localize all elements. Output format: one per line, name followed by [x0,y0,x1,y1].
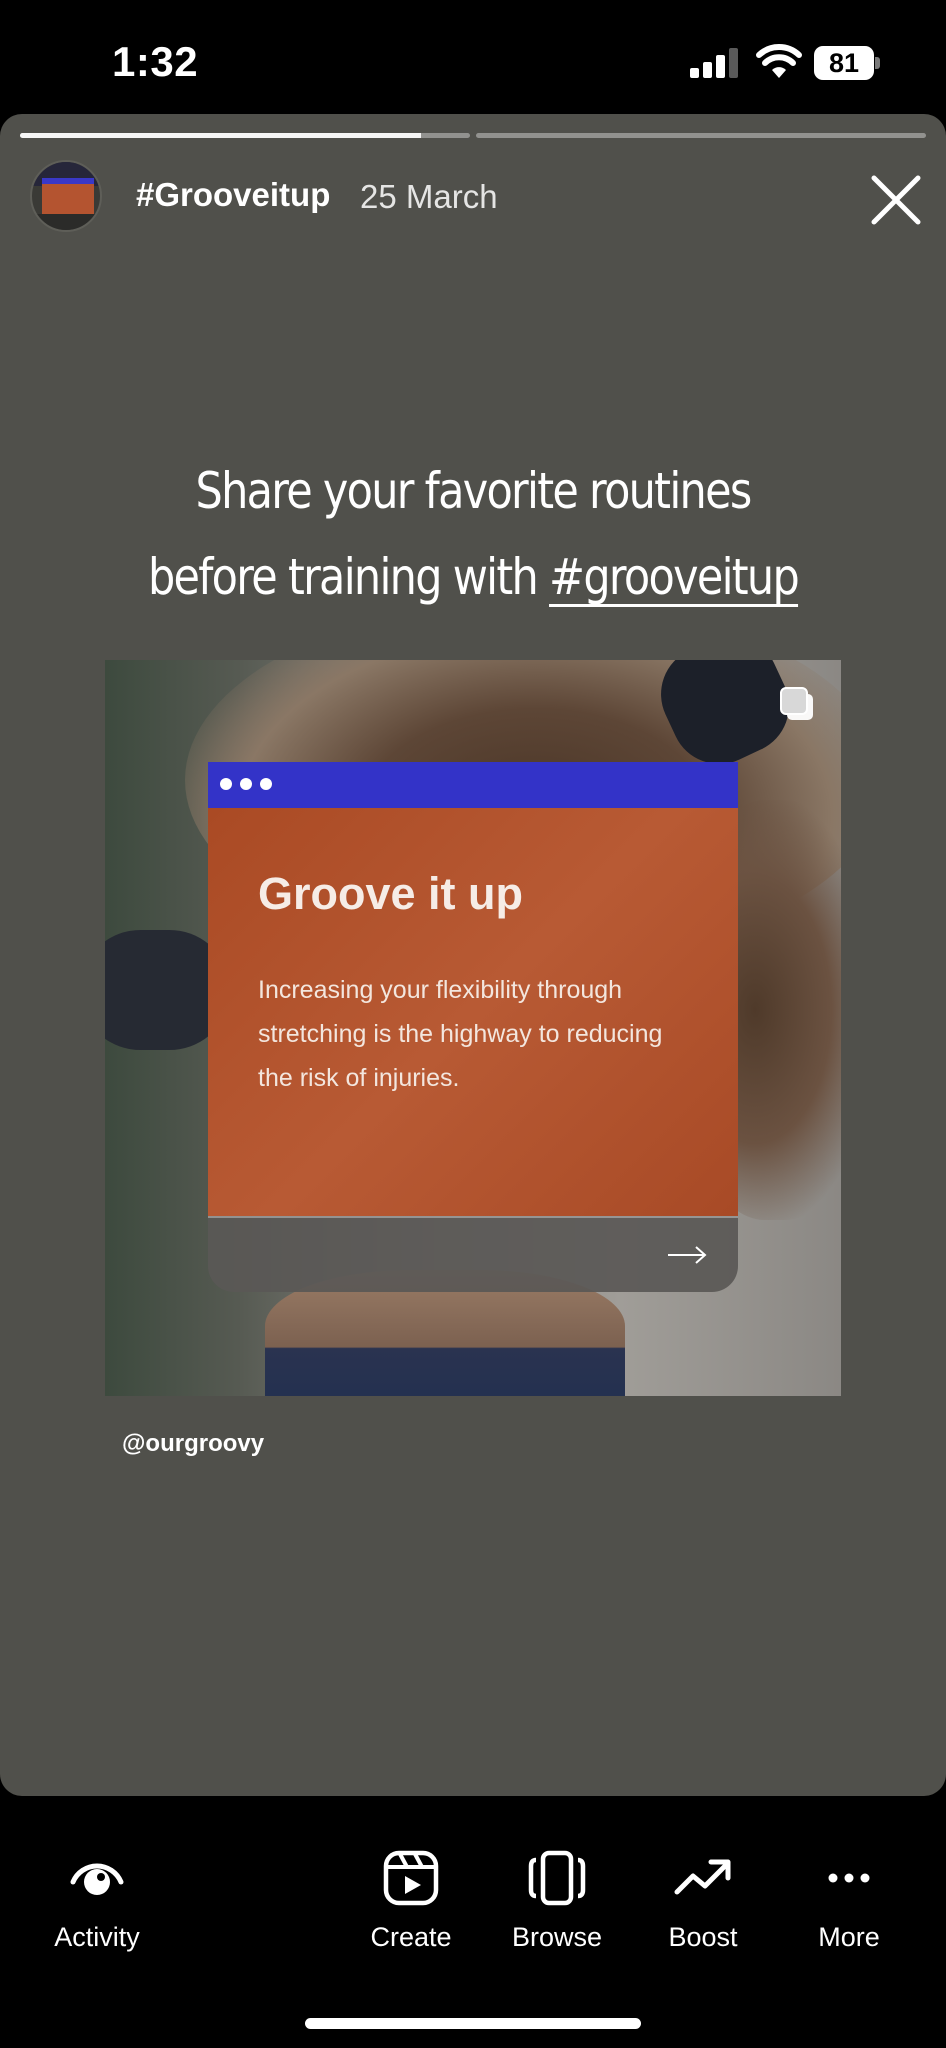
more-button[interactable]: More [779,1848,919,1953]
status-time: 1:32 [112,38,199,85]
browse-button[interactable]: Browse [487,1848,627,1953]
card-footer [208,1216,738,1292]
arrow-right-icon [668,1246,707,1264]
multiple-images-icon [780,687,813,720]
headline-text: before training with [147,548,550,606]
post-graphic-card: Groove it up Increasing your flexibility… [208,762,738,1292]
bottom-toolbar: Activity Create Browse Boost More [0,1796,946,2048]
close-icon[interactable] [866,170,926,230]
trending-up-icon [674,1859,731,1895]
story-card[interactable]: #Grooveitup 25 March Share your favorite… [0,114,946,1796]
boost-button[interactable]: Boost [633,1848,773,1953]
more-horizontal-icon [828,1873,870,1883]
boost-label: Boost [668,1922,738,1952]
story-screen: 1:32 81 #Grooveitup 25 March Share your … [0,0,946,2048]
story-username[interactable]: #Grooveitup [136,176,330,214]
avatar[interactable] [30,160,102,232]
card-title: Groove it up [258,868,524,919]
card-text: Increasing your flexibility through stre… [258,976,663,1092]
create-button[interactable]: Create [341,1848,481,1953]
create-label: Create [370,1922,452,1952]
story-progress-segment-2 [476,133,926,138]
wifi-icon [756,44,802,78]
eye-icon [70,1863,124,1895]
activity-button[interactable]: Activity [27,1848,167,1953]
hashtag-link[interactable]: #grooveitup [549,548,800,606]
story-headline-line-1: Share your favorite routines [195,462,752,520]
home-indicator[interactable] [305,2018,641,2029]
card-body: Groove it up Increasing your flexibility… [208,808,738,1216]
story-date: 25 March [360,178,498,215]
cellular-signal-icon [690,48,740,78]
story-progress-segment-1 [20,133,470,138]
story-headline-line-2: before training with #grooveitup [118,548,828,606]
carousel-icon [528,1850,586,1906]
battery-level: 81 [814,46,874,80]
more-label: More [818,1922,880,1952]
reels-icon [383,1850,439,1906]
window-dots-icon [220,778,272,790]
post-author-handle[interactable]: @ourgroovy [122,1430,264,1458]
battery-icon: 81 [814,46,880,80]
activity-label: Activity [54,1922,140,1952]
status-bar: 1:32 81 [0,0,946,114]
card-header [208,762,738,808]
shared-post[interactable]: Groove it up Increasing your flexibility… [105,660,841,1396]
browse-label: Browse [511,1922,603,1952]
